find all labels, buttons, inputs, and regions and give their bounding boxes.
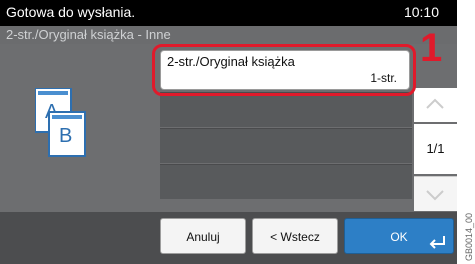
document-a-b-icon: A B bbox=[35, 88, 86, 157]
back-button[interactable]: < Wstecz bbox=[252, 218, 338, 254]
clock: 10:10 bbox=[403, 4, 439, 20]
list-item-empty[interactable] bbox=[160, 164, 412, 199]
callout-number: 1 bbox=[420, 26, 443, 70]
cancel-button[interactable]: Anuluj bbox=[160, 218, 246, 254]
callout-highlight bbox=[152, 44, 416, 96]
scroll-up-button[interactable] bbox=[414, 88, 457, 122]
scroll-panel: 1/1 bbox=[414, 88, 457, 212]
figure-code: GB0014_00 bbox=[459, 178, 475, 264]
title-bar: 2-str./Oryginał książka - Inne bbox=[0, 26, 457, 44]
status-bar: Gotowa do wysłania. 10:10 bbox=[0, 0, 457, 26]
device-screen: Gotowa do wysłania. 10:10 2-str./Orygina… bbox=[0, 0, 457, 264]
ok-button-label: OK bbox=[390, 230, 408, 244]
scroll-down-button[interactable] bbox=[414, 176, 457, 211]
page-indicator: 1/1 bbox=[414, 124, 457, 174]
list-item-empty[interactable] bbox=[160, 128, 412, 163]
figure-code-text: GB0014_00 bbox=[464, 212, 474, 261]
chevron-down-icon bbox=[426, 190, 444, 201]
svg-text:B: B bbox=[59, 125, 72, 147]
list-item-empty[interactable] bbox=[160, 92, 412, 127]
status-message: Gotowa do wysłania. bbox=[6, 4, 136, 20]
chevron-up-icon bbox=[426, 98, 444, 109]
ok-button[interactable]: OK bbox=[344, 218, 454, 254]
enter-arrow-icon bbox=[429, 236, 445, 249]
screen-title: 2-str./Oryginał książka - Inne bbox=[6, 27, 171, 42]
